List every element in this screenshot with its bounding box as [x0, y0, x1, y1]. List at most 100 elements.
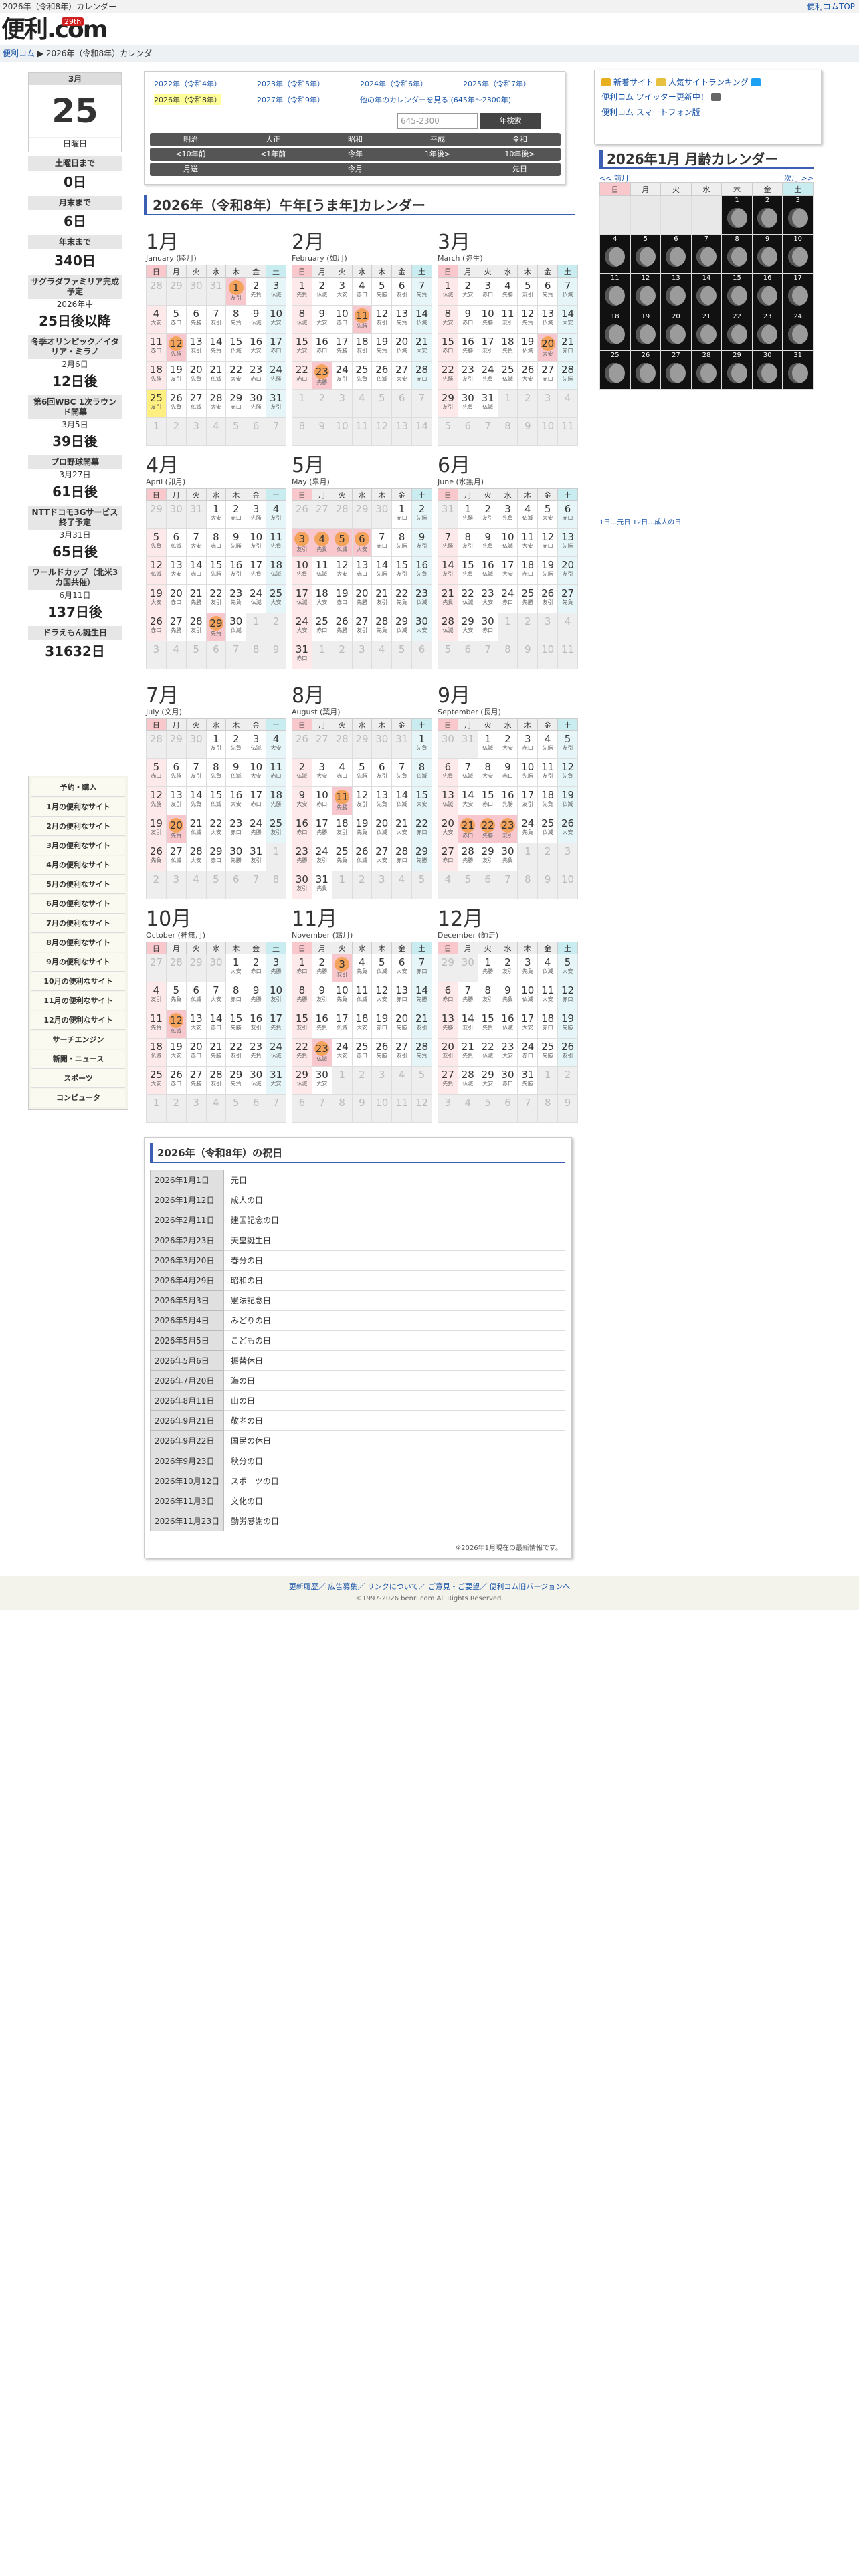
menu-item[interactable]: 11月の便利なサイト [31, 992, 125, 1010]
day-cell[interactable]: 2 大安 [497, 730, 518, 759]
day-cell[interactable]: 15 先勝 [225, 1010, 247, 1039]
day-cell[interactable]: 3 先勝 [246, 500, 267, 529]
day-cell[interactable]: 19 赤口 [331, 584, 353, 613]
day-cell[interactable]: 20 赤口 [185, 1038, 207, 1067]
day-cell[interactable]: 21 仏滅 [185, 815, 207, 843]
moon-day-cell[interactable]: 27 [660, 350, 692, 390]
year-search-input[interactable]: 645-2300 [397, 113, 478, 129]
day-cell[interactable]: 16 先勝 [457, 333, 478, 362]
day-cell[interactable]: 6 先勝 [165, 758, 187, 787]
day-cell[interactable]: 8 赤口 [205, 528, 227, 557]
day-cell[interactable]: 9 大安 [311, 305, 332, 334]
era-showa-button[interactable]: 昭和 [314, 133, 396, 146]
day-cell[interactable]: 9 赤口 [497, 758, 518, 787]
day-cell[interactable]: 18 赤口 [537, 1010, 559, 1039]
day-cell[interactable]: 22 仏滅 [457, 584, 478, 613]
day-cell[interactable]: 21 先勝 [205, 1038, 227, 1067]
day-cell[interactable]: 12 先負 [557, 758, 578, 787]
day-cell[interactable]: 13 先負 [391, 305, 413, 334]
day-cell[interactable]: 20 友引 [438, 1038, 458, 1067]
day-cell[interactable]: 12 大安 [331, 556, 353, 585]
moon-day-cell[interactable]: 2 [751, 195, 783, 235]
day-cell[interactable]: 5 赤口 [165, 305, 187, 334]
day-cell[interactable]: 10 先勝 [477, 305, 498, 334]
day-cell[interactable]: 24 先勝 [246, 815, 267, 843]
day-cell[interactable]: 5 先勝 [371, 277, 393, 306]
day-cell[interactable]: 10 赤口 [331, 305, 353, 334]
day-cell[interactable]: 26 先勝 [371, 1038, 393, 1067]
day-cell[interactable]: 8 友引 [457, 528, 478, 557]
era-taisho-button[interactable]: 大正 [232, 133, 314, 146]
day-cell[interactable]: 3 仏滅 [266, 277, 286, 306]
menu-item[interactable]: サーチエンジン [31, 1031, 125, 1049]
day-cell[interactable]: 29 仏滅 [391, 613, 413, 641]
day-cell[interactable]: 1 友引 [225, 277, 247, 306]
day-cell[interactable]: 2 友引 [497, 954, 518, 982]
day-cell[interactable]: 25 赤口 [311, 613, 332, 641]
day-cell[interactable]: 29 赤口 [205, 843, 227, 871]
day-cell[interactable]: 19 仏滅 [557, 786, 578, 815]
day-cell[interactable]: 9 先負 [497, 982, 518, 1010]
day-cell[interactable]: 13 赤口 [391, 982, 413, 1010]
day-cell[interactable]: 14 赤口 [205, 1010, 227, 1039]
day-cell[interactable]: 28 仏滅 [457, 1066, 478, 1095]
day-cell[interactable]: 26 仏滅 [371, 361, 393, 390]
day-cell[interactable]: 25 友引 [266, 815, 286, 843]
day-cell[interactable]: 1 仏滅 [438, 277, 458, 306]
day-cell[interactable]: 19 先勝 [557, 1010, 578, 1039]
day-cell[interactable]: 18 友引 [331, 815, 353, 843]
day-cell[interactable]: 7 仏滅 [557, 277, 578, 306]
day-cell[interactable]: 26 友引 [557, 1038, 578, 1067]
moon-day-cell[interactable]: 18 [599, 312, 631, 351]
day-cell[interactable]: 5 先負 [165, 982, 187, 1010]
day-cell[interactable]: 4 先勝 [537, 730, 559, 759]
day-cell[interactable]: 14 赤口 [185, 556, 207, 585]
day-cell[interactable]: 28 友引 [205, 1066, 227, 1095]
year-search-button[interactable]: 年検索 [480, 113, 541, 129]
day-cell[interactable]: 20 仏滅 [391, 333, 413, 362]
this-year-button[interactable]: 今年 [314, 148, 396, 161]
day-cell[interactable]: 26 大安 [557, 815, 578, 843]
day-cell[interactable]: 14 大安 [457, 786, 478, 815]
day-cell[interactable]: 15 赤口 [438, 333, 458, 362]
day-cell[interactable]: 16 友引 [225, 556, 247, 585]
day-cell[interactable]: 5 大安 [557, 954, 578, 982]
day-cell[interactable]: 11 友引 [537, 758, 559, 787]
moon-day-cell[interactable]: 29 [721, 350, 753, 390]
site-logo[interactable]: 便利.com 29th [0, 15, 134, 45]
day-cell[interactable]: 26 仏滅 [351, 843, 373, 871]
day-cell[interactable]: 11 仏滅 [311, 556, 332, 585]
day-cell[interactable]: 24 先負 [477, 361, 498, 390]
day-cell[interactable]: 1 大安 [225, 954, 247, 982]
day-cell[interactable]: 1 先負 [411, 730, 432, 759]
day-cell[interactable]: 11 赤口 [146, 333, 167, 362]
day-cell[interactable]: 17 仏滅 [292, 584, 312, 613]
year-link-2025[interactable]: 2025年（令和7年） [463, 78, 531, 89]
day-cell[interactable]: 28 仏滅 [438, 613, 458, 641]
day-cell[interactable]: 19 友引 [146, 815, 167, 843]
day-cell[interactable]: 7 先勝 [457, 982, 478, 1010]
menu-item[interactable]: 6月の便利なサイト [31, 895, 125, 914]
day-cell[interactable]: 21 先勝 [185, 584, 207, 613]
day-cell[interactable]: 27 先勝 [165, 613, 187, 641]
breadcrumb-home[interactable]: 便利コム [3, 49, 35, 58]
day-cell[interactable]: 17 赤口 [266, 333, 286, 362]
day-cell[interactable]: 8 仏滅 [411, 758, 432, 787]
day-cell[interactable]: 20 先負 [165, 815, 187, 843]
day-cell[interactable]: 3 友引 [331, 954, 353, 982]
day-cell[interactable]: 15 仏滅 [225, 333, 247, 362]
day-cell[interactable]: 1 先勝 [457, 500, 478, 529]
day-cell[interactable]: 19 先勝 [537, 556, 559, 585]
day-cell[interactable]: 22 先勝 [438, 361, 458, 390]
quick-link[interactable]: 新着サイト [601, 77, 656, 87]
day-cell[interactable]: 20 赤口 [165, 584, 187, 613]
menu-item[interactable]: 3月の便利なサイト [31, 837, 125, 855]
day-cell[interactable]: 30 大安 [311, 1066, 332, 1095]
day-cell[interactable]: 6 赤口 [438, 982, 458, 1010]
day-cell[interactable]: 11 先勝 [351, 305, 373, 334]
day-cell[interactable]: 19 大安 [165, 1038, 187, 1067]
day-cell[interactable]: 22 友引 [205, 584, 227, 613]
day-cell[interactable]: 10 大安 [266, 305, 286, 334]
day-cell[interactable]: 1 赤口 [391, 500, 413, 529]
day-cell[interactable]: 16 先負 [311, 1010, 332, 1039]
